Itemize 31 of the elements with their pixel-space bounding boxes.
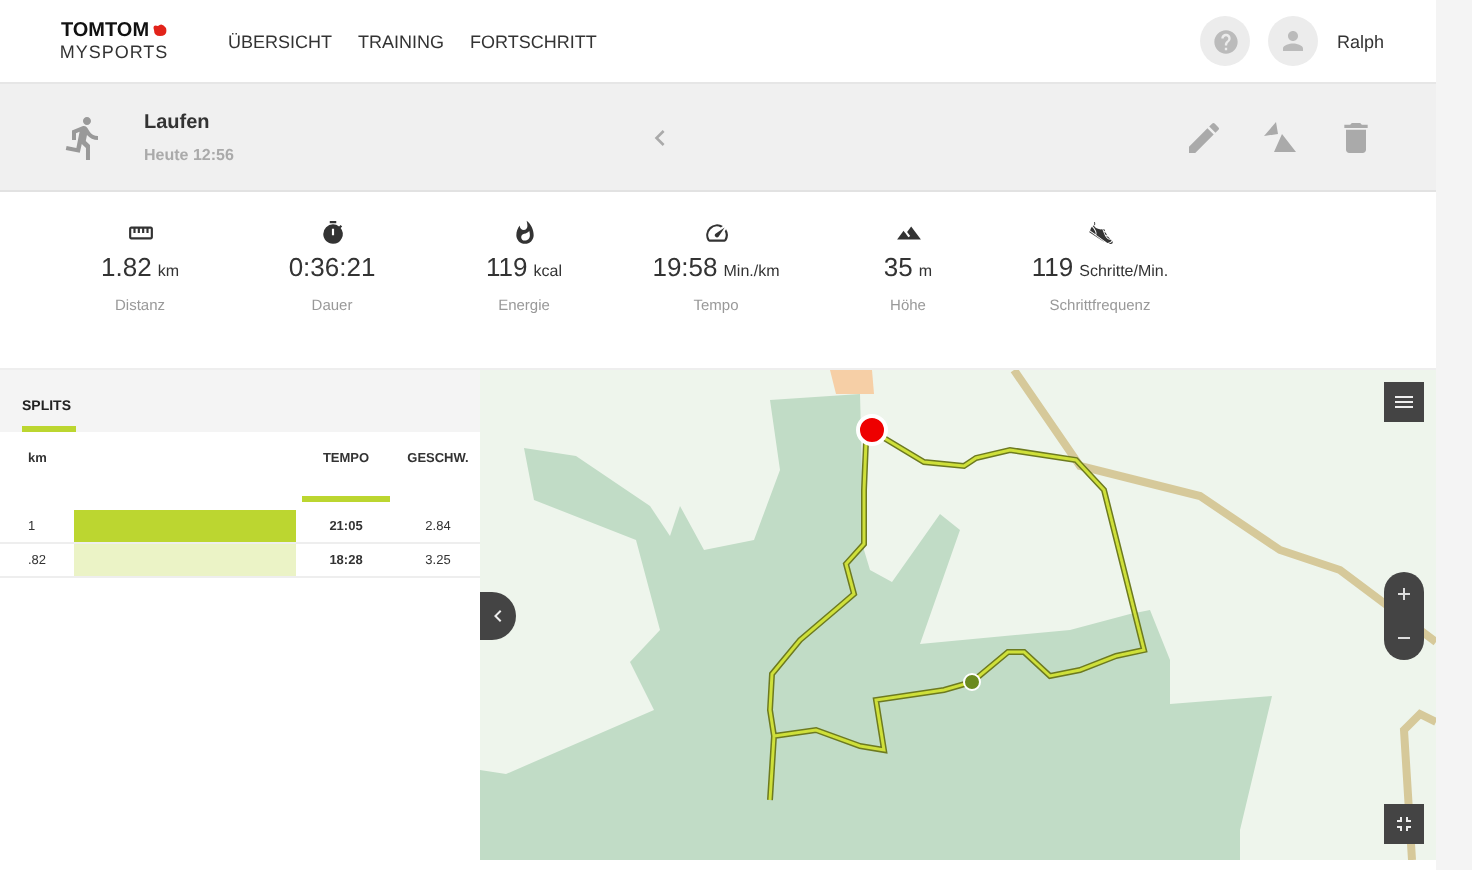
nav-link[interactable]: FORTSCHRITT [470,31,597,51]
avatar-button[interactable] [1268,16,1319,66]
menu-button[interactable] [1384,382,1424,422]
zoom-in-button[interactable] [1396,586,1412,602]
help-icon [1211,27,1240,55]
speedometer-icon [703,220,729,246]
fullscreen-button[interactable] [1384,804,1424,844]
plus-icon [1396,586,1412,602]
nav-link[interactable]: ÜBERSICHT [228,31,333,51]
person-icon [1278,26,1309,56]
activity-time: Heute 12:56 [144,145,236,163]
stat-value: 119 kcal [486,252,562,282]
edit-button[interactable] [1184,117,1224,157]
menu-icon [1392,390,1416,414]
logo-brand: TOMTOM [60,20,168,42]
activity-title: Laufen [144,111,212,133]
stat-value: 35 m [883,252,933,282]
stat-value: 1.82 km [101,252,179,282]
stopwatch-icon [319,220,345,246]
stat-value: 0:36:21 [288,252,376,282]
flame-icon [511,220,537,246]
route-button[interactable] [1260,117,1300,157]
help-button[interactable] [1200,16,1251,66]
logo-icon [151,24,168,38]
shoe-icon [1087,220,1113,246]
stat-value: 19:58 Min./km [652,252,780,282]
logo-product: MYSPORTS [59,42,169,62]
nav-link[interactable]: TRAINING [358,31,445,51]
stat-value: 119 Schritte/Min. [1031,252,1169,282]
fullscreen-exit-icon [1392,812,1416,836]
user-name: Ralph [1336,31,1384,51]
